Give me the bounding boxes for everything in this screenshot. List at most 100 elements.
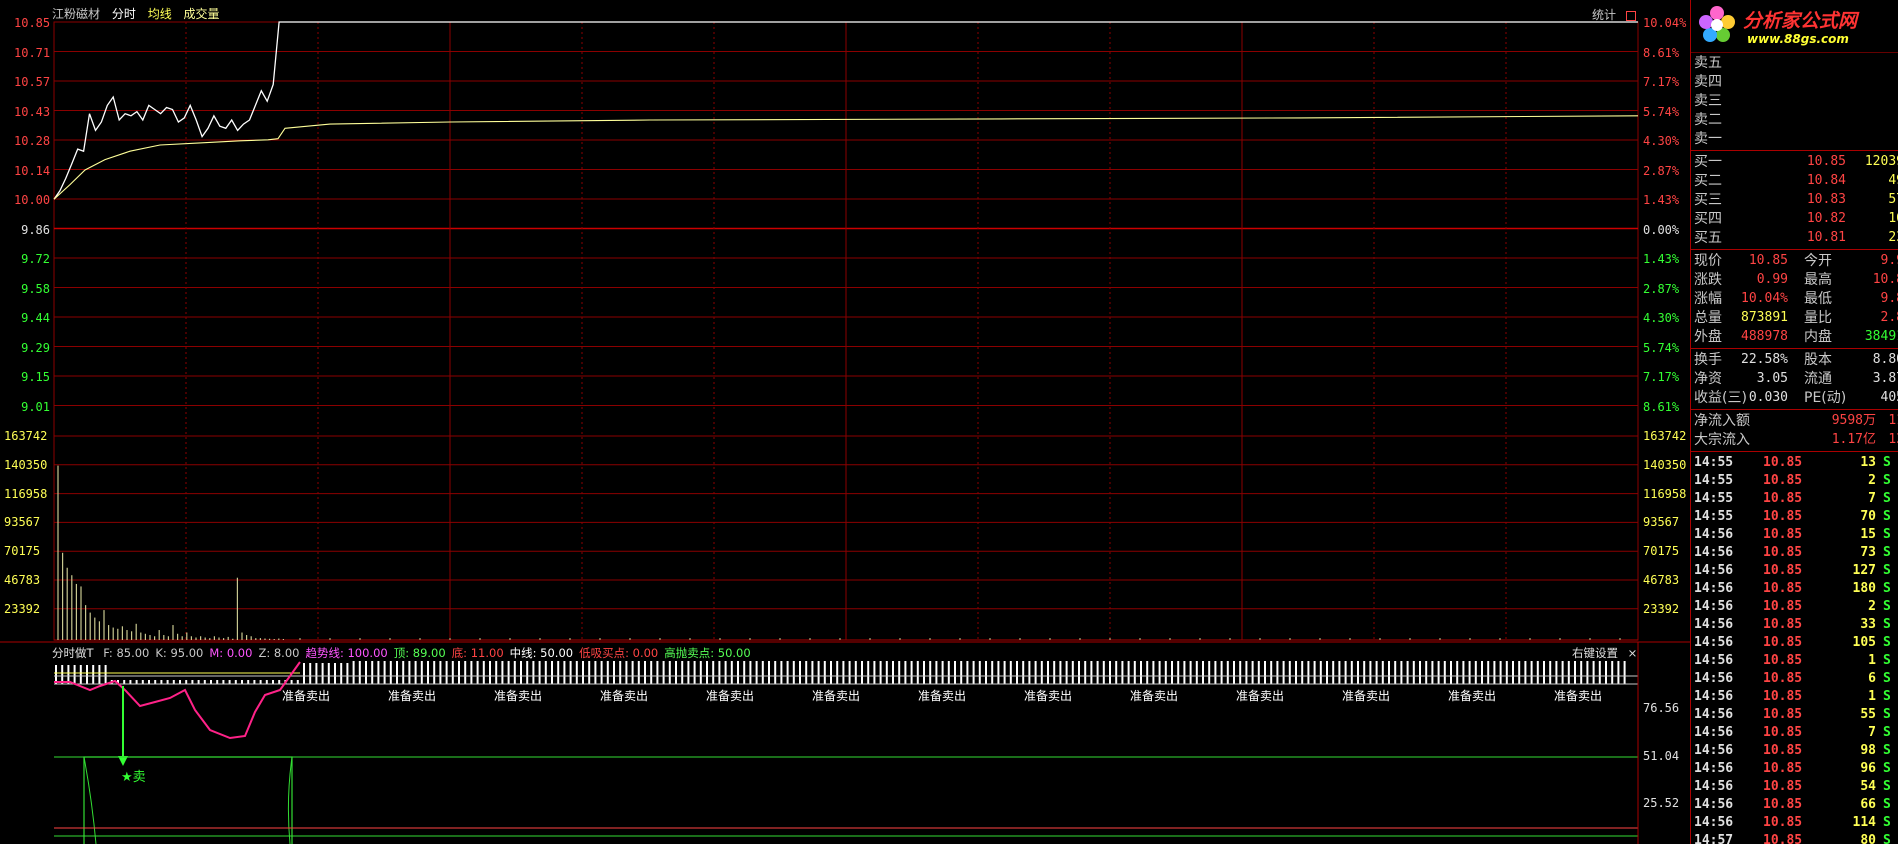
ready-sell-label: 准备卖出 xyxy=(1236,689,1285,703)
ready-sell-label: 准备卖出 xyxy=(1554,689,1603,703)
ready-sell-label: 准备卖出 xyxy=(388,689,437,703)
indicator-param: 低吸买点: 0.00 xyxy=(579,646,659,660)
close-icon[interactable]: × xyxy=(1628,646,1638,660)
tick-row[interactable]: 14:55 10.85 70 S xyxy=(1691,508,1898,526)
tick-row[interactable]: 14:57 10.85 80 S xyxy=(1691,832,1898,844)
tick-row[interactable]: 14:56 10.85 96 S xyxy=(1691,760,1898,778)
tick-row[interactable]: 14:56 10.85 1 S xyxy=(1691,652,1898,670)
tick-row[interactable]: 14:56 10.85 33 S xyxy=(1691,616,1898,634)
price-axis-label: 9.01 xyxy=(21,399,50,414)
ready-sell-label: 准备卖出 xyxy=(706,689,755,703)
mode-label[interactable]: 分时 xyxy=(112,7,136,21)
tick-row[interactable]: 14:55 10.85 7 S xyxy=(1691,490,1898,508)
volume-axis-label-right: 46783 xyxy=(1643,573,1680,587)
tick-row[interactable]: 14:56 10.85 2 S xyxy=(1691,598,1898,616)
stat-row[interactable]: 收益(三)0.030PE(动)405 xyxy=(1691,389,1898,407)
tick-row[interactable]: 14:56 10.85 1 S xyxy=(1691,688,1898,706)
quote-panel: 分析家公式网 www.88gs.com 卖五 卖四 卖三 卖二 卖一买一 10.85 120… xyxy=(1691,0,1898,844)
volume-axis-label: 163742 xyxy=(4,429,48,443)
ask-row[interactable]: 卖四 xyxy=(1691,73,1898,91)
price-axis-label: 9.29 xyxy=(21,340,50,355)
tick-row[interactable]: 14:56 10.85 54 S xyxy=(1691,778,1898,796)
quote-row[interactable]: 外盘488978内盘38491 xyxy=(1691,328,1898,346)
stat-row[interactable]: 换手22.58%股本8.80 xyxy=(1691,351,1898,369)
green-zone-box xyxy=(83,756,293,844)
ask-row[interactable]: 卖二 xyxy=(1691,111,1898,129)
bid-row[interactable]: 买五10.8123 xyxy=(1691,229,1898,247)
ask-row[interactable]: 卖五 xyxy=(1691,54,1898,72)
indicator-param: M: 0.00 xyxy=(209,646,253,660)
bid-row[interactable]: 买四10.8216 xyxy=(1691,210,1898,228)
indicator-param: 中线: 50.00 xyxy=(509,646,574,660)
volume-label[interactable]: 成交量 xyxy=(184,7,220,21)
intraday-chart[interactable] xyxy=(0,0,1690,844)
indicator-param: 底: 11.00 xyxy=(451,646,504,660)
checkbox-icon[interactable] xyxy=(1625,10,1636,21)
tick-row[interactable]: 14:56 10.85 114 S xyxy=(1691,814,1898,832)
bid-row[interactable]: 买二10.8449 xyxy=(1691,172,1898,190)
tick-row[interactable]: 14:56 10.85 180 S xyxy=(1691,580,1898,598)
stock-name: 江粉磁材 xyxy=(52,7,101,21)
tick-row[interactable]: 14:56 10.85 55 S xyxy=(1691,706,1898,724)
tick-row[interactable]: 14:56 10.85 6 S xyxy=(1691,670,1898,688)
price-axis-label: 10.71 xyxy=(14,45,51,60)
ready-sell-label: 准备卖出 xyxy=(1130,689,1179,703)
percent-axis-label: 8.61% xyxy=(1643,399,1680,414)
volume-axis-label-right: 23392 xyxy=(1643,601,1680,616)
tick-row[interactable]: 14:56 10.85 127 S xyxy=(1691,562,1898,580)
ask-row[interactable]: 卖三 xyxy=(1691,92,1898,110)
stat-row[interactable]: 净资3.05流通3.87 xyxy=(1691,370,1898,388)
logo-url: www.88gs.com xyxy=(1747,32,1849,46)
indicator-settings-button[interactable]: 右键设置 × xyxy=(1572,645,1637,661)
quote-row[interactable]: 涨幅10.04%最低9.8 xyxy=(1691,290,1898,308)
logo-text: 分析家公式网 xyxy=(1743,10,1858,32)
indicator-header: 分时做T F: 85.00 K: 95.00 M: 0.00 Z: 8.00 趋势线: … xyxy=(52,645,757,661)
avg-line-label[interactable]: 均线 xyxy=(148,7,172,21)
indicator-param: 趋势线: 100.00 xyxy=(305,646,388,660)
ready-sell-label: 准备卖出 xyxy=(1342,689,1391,703)
tick-row[interactable]: 14:56 10.85 73 S xyxy=(1691,544,1898,562)
tick-row[interactable]: 14:56 10.85 7 S xyxy=(1691,724,1898,742)
stats-button[interactable]: 统计 xyxy=(1592,6,1636,23)
indicator-param: 顶: 89.00 xyxy=(393,646,446,660)
percent-axis-label: 5.74% xyxy=(1643,104,1680,119)
tick-row[interactable]: 14:56 10.85 105 S xyxy=(1691,634,1898,652)
percent-axis-label: 4.30% xyxy=(1643,134,1680,148)
quote-row[interactable]: 涨跌0.99最高10.8 xyxy=(1691,271,1898,289)
tick-row[interactable]: 14:56 10.85 98 S xyxy=(1691,742,1898,760)
indicator-param: K: 95.00 xyxy=(155,646,204,660)
panel-divider xyxy=(1690,0,1691,844)
indicator-name[interactable]: 分时做T xyxy=(52,646,94,660)
panel-separator xyxy=(1691,451,1898,452)
price-axis-label: 9.72 xyxy=(21,252,50,266)
volume-axis-label: 23392 xyxy=(4,601,41,616)
ask-row[interactable]: 卖一 xyxy=(1691,130,1898,148)
flow-row[interactable]: 净流入额9598万11 xyxy=(1691,412,1898,430)
tick-row[interactable]: 14:55 10.85 13 S xyxy=(1691,454,1898,472)
tick-row[interactable]: 14:55 10.85 2 S xyxy=(1691,472,1898,490)
bid-row[interactable]: 买三10.8357 xyxy=(1691,191,1898,209)
ready-sell-label: 准备卖出 xyxy=(494,689,543,703)
percent-axis-label: 10.04% xyxy=(1643,16,1687,30)
quote-row[interactable]: 现价10.85今开9.9 xyxy=(1691,252,1898,270)
percent-axis-label: 1.43% xyxy=(1643,252,1680,266)
volume-axis-label-right: 116958 xyxy=(1643,486,1687,501)
quote-row[interactable]: 总量873891量比2.8 xyxy=(1691,309,1898,327)
tick-row[interactable]: 14:56 10.85 66 S xyxy=(1691,796,1898,814)
volume-axis-label: 70175 xyxy=(4,544,41,559)
flower-logo-icon xyxy=(1697,4,1737,44)
indicator-param: F: 85.00 xyxy=(103,646,150,660)
percent-axis-label: 5.74% xyxy=(1643,340,1680,355)
ready-sell-label: 准备卖出 xyxy=(812,689,861,703)
panel-separator xyxy=(1691,409,1898,410)
tick-row[interactable]: 14:56 10.85 15 S xyxy=(1691,526,1898,544)
percent-axis-label: 7.17% xyxy=(1643,370,1680,384)
price-axis-label: 10.43 xyxy=(14,104,51,119)
flow-row[interactable]: 大宗流入1.17亿13 xyxy=(1691,431,1898,449)
bid-row[interactable]: 买一10.8512039 xyxy=(1691,153,1898,171)
percent-axis-label: 2.87% xyxy=(1643,281,1680,296)
percent-axis-label: 1.43% xyxy=(1643,193,1680,207)
price-axis-label: 9.86 xyxy=(21,222,50,237)
percent-axis-label: 0.00% xyxy=(1643,222,1680,237)
price-axis-label: 9.58 xyxy=(21,281,50,296)
